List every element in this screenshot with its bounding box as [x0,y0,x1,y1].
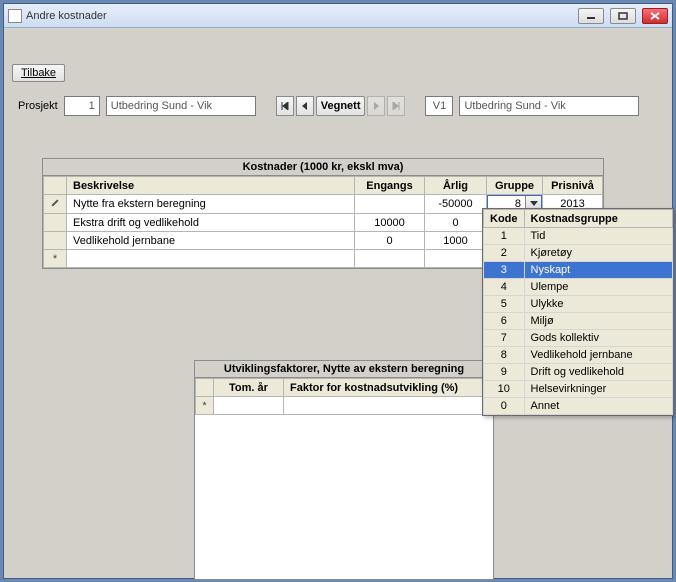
dropdown-item-label: Gods kollektiv [524,330,673,347]
dropdown-item-label: Annet [524,398,673,415]
col-prisniva[interactable]: Prisnivå [543,177,603,195]
dropdown-header-row: Kode Kostnadsgruppe [484,210,673,228]
back-button[interactable]: Tilbake [12,64,65,82]
dropdown-item-kode: 5 [484,296,525,313]
cell-beskrivelse[interactable]: Nytte fra ekstern beregning [67,195,355,214]
nav-prev-button[interactable] [296,96,314,116]
nav-first-button[interactable] [276,96,294,116]
utvikling-header-row: Tom. år Faktor for kostnadsutvikling (%) [196,379,493,397]
edit-indicator-icon [50,198,60,208]
dropdown-item-kode: 9 [484,364,525,381]
dropdown-item-label: Helsevirkninger [524,381,673,398]
window-title: Andre kostnader [26,10,107,22]
dd-col-gruppe[interactable]: Kostnadsgruppe [524,210,673,228]
cell-engangs[interactable]: 0 [355,232,425,250]
cell-engangs[interactable]: 10000 [355,214,425,232]
nav-group: Vegnett [276,96,406,116]
project-label: Prosjekt [18,100,58,112]
window-icon [8,9,22,23]
utvikling-panel: Utviklingsfaktorer, Nytte av ekstern ber… [194,360,494,580]
dropdown-item[interactable]: 9Drift og vedlikehold [484,364,673,381]
kostnader-title: Kostnader (1000 kr, ekskl mva) [43,159,603,176]
dropdown-item-kode: 2 [484,245,525,262]
dropdown-item-kode: 4 [484,279,525,296]
dropdown-item[interactable]: 5Ulykke [484,296,673,313]
dropdown-item[interactable]: 7Gods kollektiv [484,330,673,347]
minimize-button[interactable] [578,8,604,24]
utvikling-table[interactable]: Tom. år Faktor for kostnadsutvikling (%) [195,378,493,415]
col-faktor[interactable]: Faktor for kostnadsutvikling (%) [284,379,493,397]
dropdown-item-label: Kjøretøy [524,245,673,262]
dropdown-item[interactable]: 0Annet [484,398,673,415]
col-beskrivelse[interactable]: Beskrivelse [67,177,355,195]
dropdown-item-kode: 10 [484,381,525,398]
dropdown-item-label: Nyskapt [524,262,673,279]
col-gruppe[interactable]: Gruppe [487,177,543,195]
cell-engangs[interactable] [355,195,425,214]
cell-arlig[interactable]: -50000 [425,195,487,214]
dropdown-item-kode: 1 [484,228,525,245]
gruppe-dropdown[interactable]: Kode Kostnadsgruppe 1Tid2Kjøretøy3Nyskap… [482,208,674,416]
close-button[interactable] [642,8,668,24]
cell-beskrivelse[interactable]: Vedlikehold jernbane [67,232,355,250]
project-row: Prosjekt Vegnett [18,96,658,116]
dropdown-item-kode: 3 [484,262,525,279]
nav-last-button[interactable] [387,96,405,116]
dropdown-item[interactable]: 10Helsevirkninger [484,381,673,398]
cell-arlig[interactable]: 0 [425,214,487,232]
dropdown-item-label: Ulempe [524,279,673,296]
project-id-field[interactable] [64,96,100,116]
table-row-new[interactable] [196,397,493,415]
cell-beskrivelse[interactable]: Ekstra drift og vedlikehold [67,214,355,232]
dropdown-item-kode: 6 [484,313,525,330]
new-row-icon [53,253,57,265]
col-tom-ar[interactable]: Tom. år [214,379,284,397]
dropdown-item[interactable]: 1Tid [484,228,673,245]
client-area: Tilbake Prosjekt Vegnett Kostnader (1000… [4,28,672,578]
dropdown-item-label: Vedlikehold jernbane [524,347,673,364]
dropdown-item[interactable]: 3Nyskapt [484,262,673,279]
dd-col-kode[interactable]: Kode [484,210,525,228]
gruppe-dropdown-table[interactable]: Kode Kostnadsgruppe 1Tid2Kjøretøy3Nyskap… [483,209,673,415]
child-window: Andre kostnader Tilbake Prosjekt Vegnett [3,3,673,579]
dropdown-item-kode: 8 [484,347,525,364]
col-arlig[interactable]: Årlig [425,177,487,195]
dropdown-item-label: Miljø [524,313,673,330]
nav-next-button[interactable] [367,96,385,116]
col-engangs[interactable]: Engangs [355,177,425,195]
dropdown-item-label: Tid [524,228,673,245]
dropdown-item[interactable]: 2Kjøretøy [484,245,673,262]
cell-arlig[interactable]: 1000 [425,232,487,250]
titlebar: Andre kostnader [4,4,672,28]
utvikling-title: Utviklingsfaktorer, Nytte av ekstern ber… [195,361,493,378]
vegnett-button[interactable]: Vegnett [316,96,366,116]
project-name-field[interactable] [106,96,256,116]
dropdown-item-label: Drift og vedlikehold [524,364,673,381]
kostnader-header-row: Beskrivelse Engangs Årlig Gruppe Prisniv… [44,177,603,195]
variant-code-field[interactable] [425,96,453,116]
new-row-icon [202,400,206,412]
dropdown-item-kode: 7 [484,330,525,347]
dropdown-item-kode: 0 [484,398,525,415]
variant-name-field[interactable] [459,96,639,116]
chevron-down-icon [530,201,538,207]
dropdown-item[interactable]: 6Miljø [484,313,673,330]
maximize-button[interactable] [610,8,636,24]
dropdown-item[interactable]: 8Vedlikehold jernbane [484,347,673,364]
dropdown-item-label: Ulykke [524,296,673,313]
dropdown-item[interactable]: 4Ulempe [484,279,673,296]
